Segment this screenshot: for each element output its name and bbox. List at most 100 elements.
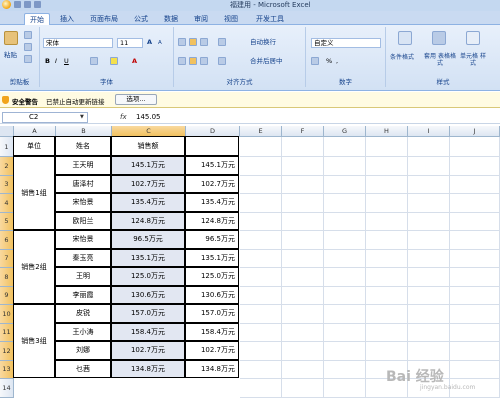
empty-cell[interactable] xyxy=(240,175,282,194)
formula-input[interactable]: 145.05 xyxy=(136,113,161,121)
header-name[interactable]: 姓名 xyxy=(55,136,111,156)
empty-cell[interactable] xyxy=(240,137,282,157)
empty-cell[interactable] xyxy=(450,249,500,268)
sales-cell[interactable]: 134.8万元 xyxy=(111,359,185,378)
conditional-format-icon[interactable] xyxy=(398,31,412,45)
empty-cell[interactable] xyxy=(282,194,324,213)
empty-cell[interactable] xyxy=(366,157,408,176)
empty-cell[interactable] xyxy=(324,342,366,361)
paste-button[interactable]: 粘贴 xyxy=(4,51,17,60)
header-unit[interactable]: 单位 xyxy=(13,136,55,156)
name-cell[interactable]: 刘娜 xyxy=(55,341,111,360)
empty-cell[interactable] xyxy=(324,194,366,213)
empty-cell[interactable] xyxy=(366,268,408,287)
empty-cell[interactable] xyxy=(366,342,408,361)
tab-data[interactable]: 数据 xyxy=(158,13,184,25)
name-cell[interactable]: 欧阳兰 xyxy=(55,211,111,230)
group-cell[interactable]: 销售2组 xyxy=(13,230,55,304)
row-header-1[interactable]: 1 xyxy=(0,137,14,157)
row-header-9[interactable]: 9 xyxy=(0,286,14,305)
sales-copy-cell[interactable]: 157.0万元 xyxy=(185,304,239,323)
tab-developer[interactable]: 开发工具 xyxy=(250,13,290,25)
name-cell[interactable]: 宋怡景 xyxy=(55,230,111,249)
sales-copy-cell[interactable]: 145.1万元 xyxy=(185,156,239,175)
merge-center-button[interactable]: 合并后居中 xyxy=(250,57,283,66)
tab-review[interactable]: 审阅 xyxy=(188,13,214,25)
sales-cell[interactable]: 96.5万元 xyxy=(111,230,185,249)
sales-copy-cell[interactable]: 102.7万元 xyxy=(185,174,239,193)
empty-cell[interactable] xyxy=(282,323,324,342)
percent-button[interactable]: % xyxy=(326,57,332,66)
empty-cell[interactable] xyxy=(450,137,500,157)
empty-cell[interactable] xyxy=(366,231,408,250)
empty-cell[interactable] xyxy=(366,137,408,157)
empty-cell[interactable] xyxy=(240,379,282,398)
empty-cell[interactable] xyxy=(450,342,500,361)
empty-cell[interactable] xyxy=(282,360,324,379)
column-header-e[interactable]: E xyxy=(240,126,282,137)
row-header-8[interactable]: 8 xyxy=(0,268,14,287)
paste-icon[interactable] xyxy=(4,31,18,45)
empty-cell[interactable] xyxy=(366,194,408,213)
row-header-7[interactable]: 7 xyxy=(0,249,14,268)
empty-cell[interactable] xyxy=(408,137,450,157)
name-cell[interactable]: 秦玉亮 xyxy=(55,248,111,267)
cut-icon[interactable] xyxy=(24,31,32,39)
tab-insert[interactable]: 插入 xyxy=(54,13,80,25)
row-header-2[interactable]: 2 xyxy=(0,157,14,176)
empty-cell[interactable] xyxy=(282,379,324,398)
empty-cell[interactable] xyxy=(324,231,366,250)
empty-cell[interactable] xyxy=(450,268,500,287)
name-cell[interactable]: 王明 xyxy=(55,267,111,286)
row-header-6[interactable]: 6 xyxy=(0,231,14,250)
function-icon[interactable]: fx xyxy=(120,113,127,121)
empty-cell[interactable] xyxy=(282,268,324,287)
header-d[interactable] xyxy=(185,136,239,156)
name-cell[interactable]: 宋怡景 xyxy=(55,193,111,212)
orientation-icon[interactable] xyxy=(218,38,226,46)
column-header-j[interactable]: J xyxy=(450,126,500,137)
empty-cell[interactable] xyxy=(324,137,366,157)
empty-cell[interactable] xyxy=(324,212,366,231)
name-box[interactable]: C2 xyxy=(2,112,88,123)
empty-cell[interactable] xyxy=(240,360,282,379)
select-all-corner[interactable] xyxy=(0,126,14,137)
empty-cell[interactable] xyxy=(450,157,500,176)
empty-cell[interactable] xyxy=(324,268,366,287)
empty-cell[interactable] xyxy=(282,249,324,268)
column-header-g[interactable]: G xyxy=(324,126,366,137)
fill-color-icon[interactable] xyxy=(110,57,118,65)
align-center-icon[interactable] xyxy=(189,57,197,65)
empty-cell[interactable] xyxy=(324,286,366,305)
office-button[interactable] xyxy=(2,0,11,9)
empty-cell[interactable] xyxy=(240,249,282,268)
empty-cell[interactable] xyxy=(324,305,366,324)
column-header-h[interactable]: H xyxy=(366,126,408,137)
italic-button[interactable]: I xyxy=(55,57,57,66)
empty-cell[interactable] xyxy=(366,286,408,305)
empty-cell[interactable] xyxy=(450,305,500,324)
sales-cell[interactable]: 145.1万元 xyxy=(111,156,185,175)
empty-cell[interactable] xyxy=(282,286,324,305)
sales-cell[interactable]: 135.1万元 xyxy=(111,248,185,267)
empty-cell[interactable] xyxy=(282,342,324,361)
sales-copy-cell[interactable]: 158.4万元 xyxy=(185,322,239,341)
empty-cell[interactable] xyxy=(450,360,500,379)
sales-copy-cell[interactable]: 124.8万元 xyxy=(185,211,239,230)
name-cell[interactable]: 王天明 xyxy=(55,156,111,175)
empty-cell[interactable] xyxy=(282,231,324,250)
empty-cell[interactable] xyxy=(408,305,450,324)
sales-copy-cell[interactable]: 134.8万元 xyxy=(185,359,239,378)
wrap-text-button[interactable]: 自动换行 xyxy=(250,38,276,47)
sales-copy-cell[interactable]: 125.0万元 xyxy=(185,267,239,286)
format-table-button[interactable]: 套用 表格格式 xyxy=(422,53,458,67)
font-size-select[interactable]: 11 xyxy=(117,38,143,48)
name-cell[interactable]: 皮锐 xyxy=(55,304,111,323)
underline-button[interactable]: U xyxy=(64,57,69,66)
empty-cell[interactable] xyxy=(408,268,450,287)
empty-cell[interactable] xyxy=(282,212,324,231)
empty-cell[interactable] xyxy=(408,249,450,268)
sales-cell[interactable]: 157.0万元 xyxy=(111,304,185,323)
empty-cell[interactable] xyxy=(408,175,450,194)
grow-font-button[interactable]: A xyxy=(147,38,152,47)
